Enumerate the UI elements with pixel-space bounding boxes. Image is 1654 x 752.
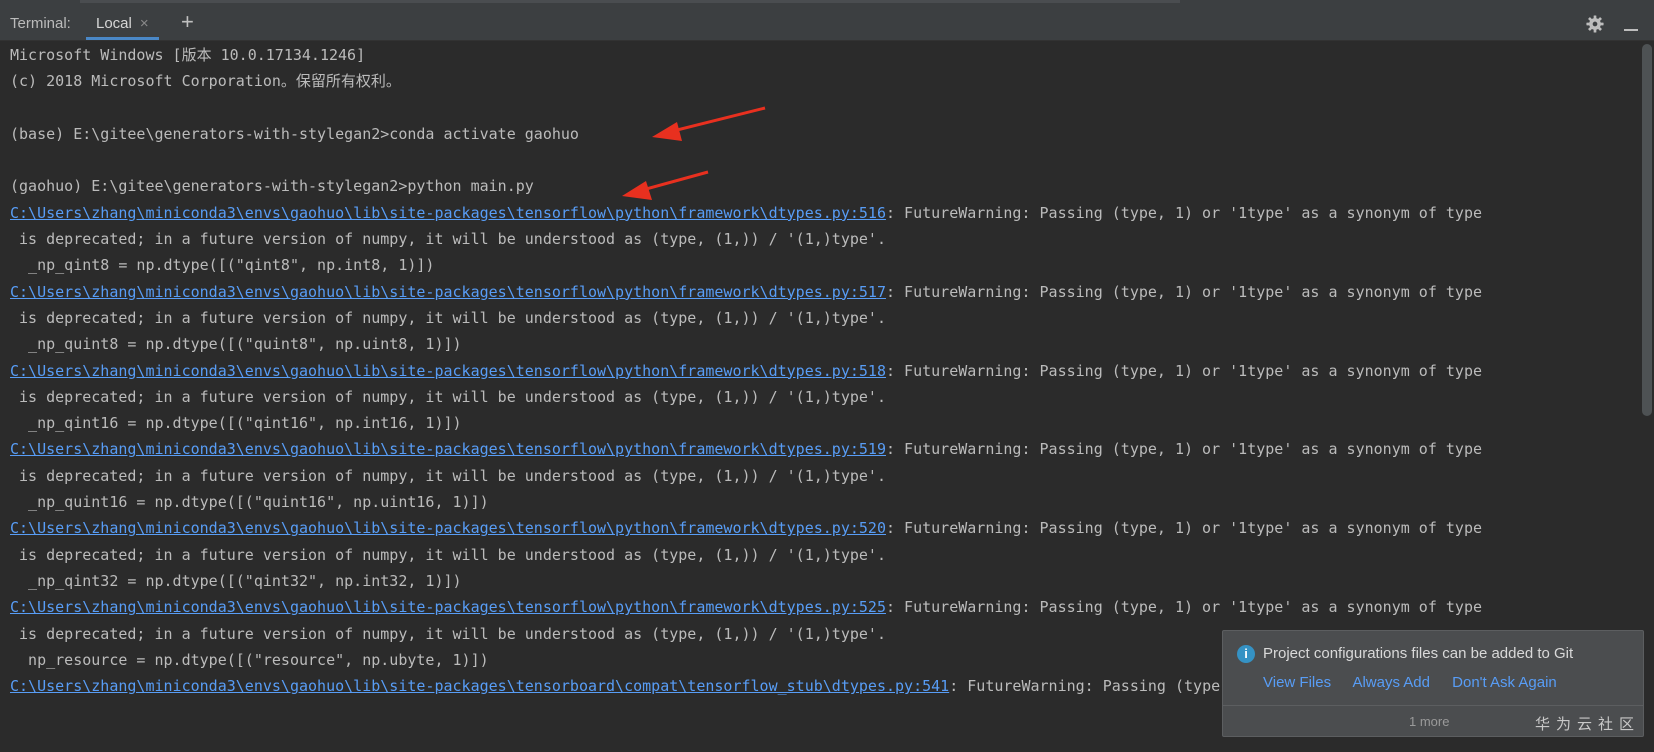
terminal-text: is deprecated; in a future version of nu… xyxy=(10,387,886,406)
terminal-output[interactable]: Microsoft Windows [版本 10.0.17134.1246] (c… xyxy=(10,42,1610,699)
terminal-text: _np_quint16 = np.dtype([("quint16", np.u… xyxy=(10,493,489,512)
terminal-line: C:\Users\zhang\miniconda3\envs\gaohuo\li… xyxy=(10,515,1610,541)
terminal-line: (base) E:\gitee\generators-with-stylegan… xyxy=(10,121,1610,147)
terminal-text: _np_qint32 = np.dtype([("qint32", np.int… xyxy=(10,571,462,590)
terminal-text: is deprecated; in a future version of nu… xyxy=(10,466,886,485)
terminal-text: _np_qint8 = np.dtype([("qint8", np.int8,… xyxy=(10,256,435,275)
terminal-line: C:\Users\zhang\miniconda3\envs\gaohuo\li… xyxy=(10,358,1610,384)
dont-ask-again-link[interactable]: Don't Ask Again xyxy=(1452,674,1557,691)
terminal-text: : FutureWarning: Passing (type, 1) or '1… xyxy=(885,361,1483,380)
terminal-text: : FutureWarning: Passing (type, 1) or '1… xyxy=(885,519,1483,538)
terminal-line: _np_quint16 = np.dtype([("quint16", np.u… xyxy=(10,489,1610,515)
file-link[interactable]: C:\Users\zhang\miniconda3\envs\gaohuo\li… xyxy=(10,440,886,458)
file-link[interactable]: C:\Users\zhang\miniconda3\envs\gaohuo\li… xyxy=(10,598,886,616)
close-icon[interactable]: × xyxy=(140,15,149,32)
terminal-line: _np_quint8 = np.dtype([("quint8", np.uin… xyxy=(10,331,1610,357)
terminal-text: Microsoft Windows [版本 10.0.17134.1246] xyxy=(10,46,366,64)
watermark: 华为云社区 xyxy=(1535,715,1641,733)
terminal-text: _np_qint16 = np.dtype([("qint16", np.int… xyxy=(10,414,462,433)
file-link[interactable]: C:\Users\zhang\miniconda3\envs\gaohuo\li… xyxy=(10,204,886,222)
terminal-text: is deprecated; in a future version of nu… xyxy=(10,624,886,643)
terminal-line: C:\Users\zhang\miniconda3\envs\gaohuo\li… xyxy=(10,200,1610,226)
terminal-text: : FutureWarning: Passing (type, 1) or '1… xyxy=(885,282,1483,301)
terminal-text: : FutureWarning: Passing (type, 1) or '1… xyxy=(885,440,1483,459)
more-notifications-link[interactable]: 1 more xyxy=(1409,714,1449,729)
vertical-scrollbar[interactable] xyxy=(1642,44,1652,416)
terminal-line: is deprecated; in a future version of nu… xyxy=(10,226,1610,252)
file-link[interactable]: C:\Users\zhang\miniconda3\envs\gaohuo\li… xyxy=(10,283,886,301)
tab-local[interactable]: Local × xyxy=(86,6,159,40)
terminal-text: is deprecated; in a future version of nu… xyxy=(10,230,886,249)
terminal-line: (c) 2018 Microsoft Corporation。保留所有权利。 xyxy=(10,68,1610,94)
terminal-line: _np_qint8 = np.dtype([("qint8", np.int8,… xyxy=(10,252,1610,278)
terminal-line: is deprecated; in a future version of nu… xyxy=(10,384,1610,410)
terminal-text: : FutureWarning: Passing (type, 1) or '1… xyxy=(885,598,1483,617)
file-link[interactable]: C:\Users\zhang\miniconda3\envs\gaohuo\li… xyxy=(10,677,949,695)
terminal-line: is deprecated; in a future version of nu… xyxy=(10,305,1610,331)
top-strip-detail xyxy=(80,0,1180,3)
terminal-text: is deprecated; in a future version of nu… xyxy=(10,545,886,564)
tab-active-indicator xyxy=(86,37,159,40)
terminal-line: C:\Users\zhang\miniconda3\envs\gaohuo\li… xyxy=(10,594,1610,620)
minimize-icon[interactable] xyxy=(1624,29,1638,31)
terminal-line: C:\Users\zhang\miniconda3\envs\gaohuo\li… xyxy=(10,436,1610,462)
terminal-line: _np_qint32 = np.dtype([("qint32", np.int… xyxy=(10,568,1610,594)
terminal-title: Terminal: xyxy=(10,15,71,32)
terminal-text: (gaohuo) E:\gitee\generators-with-styleg… xyxy=(10,177,534,196)
new-tab-button[interactable]: + xyxy=(181,9,194,35)
file-link[interactable]: C:\Users\zhang\miniconda3\envs\gaohuo\li… xyxy=(10,519,886,537)
info-icon: i xyxy=(1237,645,1255,663)
terminal-line: (gaohuo) E:\gitee\generators-with-styleg… xyxy=(10,173,1610,199)
terminal-text: np_resource = np.dtype([("resource", np.… xyxy=(10,650,489,669)
terminal-line: Microsoft Windows [版本 10.0.17134.1246] xyxy=(10,42,1610,68)
file-link[interactable]: C:\Users\zhang\miniconda3\envs\gaohuo\li… xyxy=(10,362,886,380)
always-add-link[interactable]: Always Add xyxy=(1352,674,1430,691)
terminal-line: is deprecated; in a future version of nu… xyxy=(10,542,1610,568)
tab-label: Local xyxy=(96,14,132,32)
notification-actions: View Files Always Add Don't Ask Again xyxy=(1263,674,1575,691)
terminal-text: is deprecated; in a future version of nu… xyxy=(10,308,886,327)
terminal-toolbar: Terminal: Local × + xyxy=(0,6,1654,41)
terminal-line: is deprecated; in a future version of nu… xyxy=(10,463,1610,489)
terminal-line: C:\Users\zhang\miniconda3\envs\gaohuo\li… xyxy=(10,279,1610,305)
terminal-text: (base) E:\gitee\generators-with-stylegan… xyxy=(10,124,579,143)
gear-icon[interactable] xyxy=(1586,15,1604,33)
terminal-text: (c) 2018 Microsoft Corporation。保留所有权利。 xyxy=(10,72,401,91)
terminal-text: _np_quint8 = np.dtype([("quint8", np.uin… xyxy=(10,335,462,354)
notification-message: Project configurations files can be adde… xyxy=(1263,645,1574,662)
terminal-text: : FutureWarning: Passing (type, 1) or '1… xyxy=(885,203,1483,222)
view-files-link[interactable]: View Files xyxy=(1263,674,1331,691)
terminal-line: _np_qint16 = np.dtype([("qint16", np.int… xyxy=(10,410,1610,436)
